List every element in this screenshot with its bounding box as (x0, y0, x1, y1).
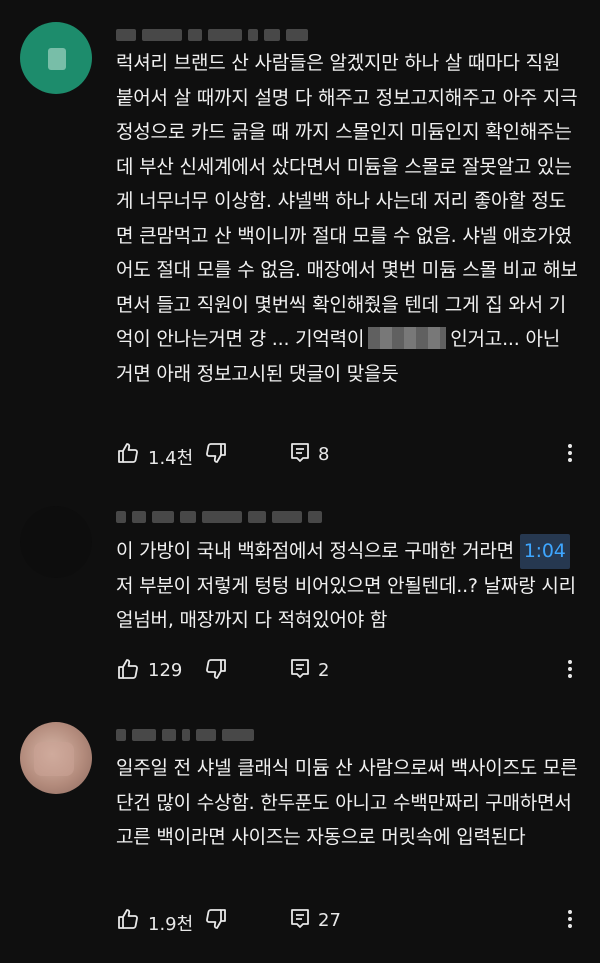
thumbs-down-icon[interactable] (204, 441, 228, 465)
reply-count[interactable]: 8 (318, 444, 329, 465)
author-name-redacted[interactable] (116, 726, 254, 744)
like-count: 129 (148, 660, 183, 681)
like-count: 1.9천 (148, 914, 194, 935)
comment-text-part: 럭셔리 브랜드 산 사람들은 알겠지만 하나 살 때마다 직원 붙어서 살 때까… (116, 52, 578, 350)
more-vertical-icon[interactable] (564, 907, 576, 931)
more-vertical-icon[interactable] (564, 441, 576, 465)
comment-icon[interactable] (288, 441, 312, 465)
comment-3: 일주일 전 샤넬 클래식 미듐 산 사람으로써 백사이즈도 모른단건 많이 수상… (0, 700, 600, 963)
thumbs-up-icon[interactable] (116, 907, 140, 931)
comment-icon[interactable] (288, 907, 312, 931)
comment-2: 이 가방이 국내 백화점에서 정식으로 구매한 거라면 1:04 저 부분이 저… (0, 480, 600, 700)
avatar[interactable] (20, 506, 92, 578)
comment-text: 일주일 전 샤넬 클래식 미듐 산 사람으로써 백사이즈도 모른단건 많이 수상… (116, 757, 578, 848)
author-name-redacted[interactable] (116, 508, 322, 526)
thumbs-up-icon[interactable] (116, 657, 140, 681)
comment-text: 럭셔리 브랜드 산 사람들은 알겠지만 하나 살 때마다 직원 붙어서 살 때까… (116, 46, 578, 391)
avatar[interactable] (20, 22, 92, 94)
comment-text: 이 가방이 국내 백화점에서 정식으로 구매한 거라면 1:04 저 부분이 저… (116, 534, 578, 638)
comment-text-part: 저 부분이 저렇게 텅텅 비어있으면 안될텐데..? 날짜랑 시리얼넘버, 매장… (116, 574, 576, 632)
redacted-word (368, 327, 447, 349)
author-name-redacted[interactable] (116, 26, 308, 44)
comment-actions: 1.9천 27 (116, 907, 586, 937)
reply-count[interactable]: 2 (318, 660, 329, 681)
thumbs-down-icon[interactable] (204, 657, 228, 681)
like-count: 1.4천 (148, 448, 194, 469)
comment-text-part: 이 가방이 국내 백화점에서 정식으로 구매한 거라면 (116, 540, 514, 562)
reply-count[interactable]: 27 (318, 910, 341, 931)
comment-actions: 129 2 (116, 657, 586, 687)
thumbs-down-icon[interactable] (204, 907, 228, 931)
comment-icon[interactable] (288, 657, 312, 681)
more-vertical-icon[interactable] (564, 657, 576, 681)
thumbs-up-icon[interactable] (116, 441, 140, 465)
comment-1: 럭셔리 브랜드 산 사람들은 알겠지만 하나 살 때마다 직원 붙어서 살 때까… (0, 0, 600, 480)
avatar[interactable] (20, 722, 92, 794)
comment-actions: 1.4천 8 (116, 441, 586, 471)
timestamp-link[interactable]: 1:04 (519, 534, 570, 569)
